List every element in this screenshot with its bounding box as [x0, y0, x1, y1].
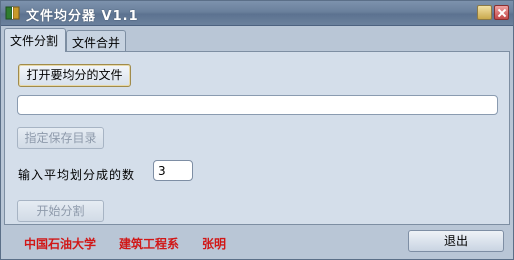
- credit-department: 建筑工程系: [119, 237, 180, 251]
- minimize-icon[interactable]: [477, 5, 492, 20]
- close-icon[interactable]: [494, 5, 509, 20]
- exit-button[interactable]: 退出: [408, 230, 504, 252]
- open-file-button[interactable]: 打开要均分的文件: [18, 64, 131, 87]
- save-directory-button[interactable]: 指定保存目录: [17, 127, 104, 149]
- split-panel: 打开要均分的文件 指定保存目录 输入平均划分成的数 3 开始分割: [4, 51, 510, 225]
- start-split-button[interactable]: 开始分割: [17, 200, 104, 222]
- window-title: 文件均分器 V1.1: [26, 9, 139, 24]
- file-path-field[interactable]: [17, 95, 498, 115]
- split-count-field[interactable]: 3: [153, 160, 193, 181]
- app-window: 文件均分器 V1.1 文件分割 文件合并 打开要均分的文件 指定保存目录 输入平…: [0, 0, 514, 260]
- credit-author: 张明: [202, 237, 227, 251]
- book-icon: [5, 6, 20, 20]
- tab-merge[interactable]: 文件合并: [66, 30, 126, 52]
- split-count-label: 输入平均划分成的数: [18, 168, 136, 182]
- credit-school: 中国石油大学: [24, 237, 97, 251]
- tab-split[interactable]: 文件分割: [4, 28, 66, 52]
- title-bar[interactable]: 文件均分器 V1.1: [1, 1, 513, 26]
